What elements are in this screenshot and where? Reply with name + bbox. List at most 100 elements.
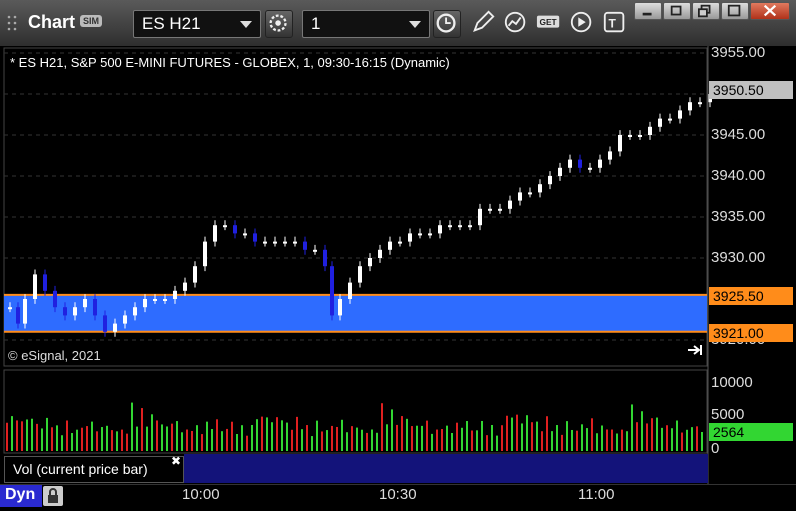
volume-bar	[186, 429, 188, 451]
candle-body	[233, 225, 237, 234]
volume-bar	[486, 435, 488, 451]
candle-body	[348, 282, 352, 299]
last-price-tag: 3950.50	[709, 81, 793, 99]
interval-selector[interactable]: 1	[302, 10, 430, 38]
volume-bar	[196, 425, 198, 451]
play-button[interactable]	[569, 10, 597, 38]
float-button[interactable]	[663, 2, 691, 20]
current-volume-tag: 2564	[709, 423, 793, 441]
volume-bar	[161, 424, 163, 451]
volume-bar	[651, 418, 653, 451]
volume-bar	[296, 416, 298, 451]
volume-bar	[216, 419, 218, 451]
volume-bar	[571, 429, 573, 451]
close-button[interactable]	[750, 2, 790, 20]
studies-button[interactable]	[503, 10, 531, 38]
link-settings-button[interactable]	[265, 10, 293, 38]
get-data-button[interactable]: GET	[536, 10, 564, 38]
volume-bar	[621, 429, 623, 451]
zone-top-price-tag: 3925.50	[709, 287, 793, 305]
volume-bar	[401, 416, 403, 451]
candle-body	[213, 225, 217, 242]
price-chart[interactable]	[0, 46, 796, 484]
volume-bar	[531, 422, 533, 451]
candle-body	[33, 274, 37, 299]
symbol-selector[interactable]: ES H21	[133, 10, 261, 38]
candle-body	[43, 274, 47, 291]
volume-bar	[361, 429, 363, 451]
time-template-button[interactable]	[433, 10, 461, 38]
candle-body	[668, 118, 672, 121]
candle-body	[368, 258, 372, 267]
minimize-button[interactable]	[634, 2, 662, 20]
volume-bar	[451, 432, 453, 451]
candle-body	[468, 225, 472, 228]
volume-bar	[81, 427, 83, 451]
volume-bar	[176, 421, 178, 451]
volume-bar	[156, 420, 158, 451]
volume-bar	[696, 426, 698, 451]
volume-bar	[616, 433, 618, 451]
candle-body	[153, 299, 157, 301]
price-zone[interactable]	[4, 293, 707, 333]
volume-bar	[16, 420, 18, 451]
volume-bar	[671, 428, 673, 451]
candle-body	[338, 299, 342, 316]
volume-bar	[656, 417, 658, 451]
restore-button[interactable]	[692, 2, 720, 20]
volume-bar	[521, 423, 523, 451]
sim-badge: SIM	[80, 15, 103, 27]
volume-bar	[206, 421, 208, 451]
candle-body	[173, 290, 177, 299]
volume-bar	[391, 409, 393, 451]
candle-body	[223, 225, 227, 228]
volume-bar	[241, 425, 243, 451]
volume-bar	[481, 420, 483, 451]
candle-body	[498, 208, 502, 211]
volume-bar	[211, 429, 213, 451]
clock-icon	[436, 13, 456, 33]
volume-bar	[111, 430, 113, 451]
draw-tools-button[interactable]	[470, 10, 498, 38]
close-icon[interactable]: ✖	[171, 454, 181, 468]
volume-bar	[46, 417, 48, 451]
candle-body	[8, 307, 12, 310]
candle-body	[408, 233, 412, 242]
volume-bar	[231, 421, 233, 451]
volume-bar	[666, 425, 668, 451]
volume-bar	[426, 420, 428, 451]
candle-body	[648, 126, 652, 135]
volume-bar	[41, 428, 43, 451]
volume-bar	[626, 431, 628, 451]
symbol-value: ES H21	[142, 14, 201, 33]
candle-body	[63, 307, 67, 316]
volume-bar	[21, 421, 23, 451]
candle-body	[688, 102, 692, 111]
volume-bar	[56, 425, 58, 451]
volume-bar	[456, 422, 458, 451]
candle-body	[243, 233, 247, 236]
candle-body	[263, 241, 267, 244]
candle-body	[628, 135, 632, 137]
candle-body	[73, 307, 77, 316]
lock-icon[interactable]	[43, 486, 63, 506]
candle-body	[608, 151, 612, 160]
maximize-button[interactable]	[721, 2, 749, 20]
volume-bar	[566, 421, 568, 451]
volume-bar	[436, 429, 438, 451]
volume-bar	[346, 432, 348, 451]
price-axis-label: 3935.00	[711, 208, 766, 225]
volume-bar	[71, 433, 73, 451]
volume-bar	[516, 414, 518, 451]
volume-study-label[interactable]: Vol (current price bar)	[4, 456, 184, 483]
volume-bar	[396, 424, 398, 451]
trade-button[interactable]: T	[602, 10, 630, 38]
dyn-button[interactable]: Dyn	[0, 485, 42, 507]
volume-bar	[236, 434, 238, 451]
volume-bar	[36, 423, 38, 451]
candle-body	[578, 159, 582, 168]
candle-body	[93, 299, 97, 316]
chevron-down-icon	[240, 21, 252, 28]
volume-bar	[171, 423, 173, 451]
volume-bar	[121, 429, 123, 451]
